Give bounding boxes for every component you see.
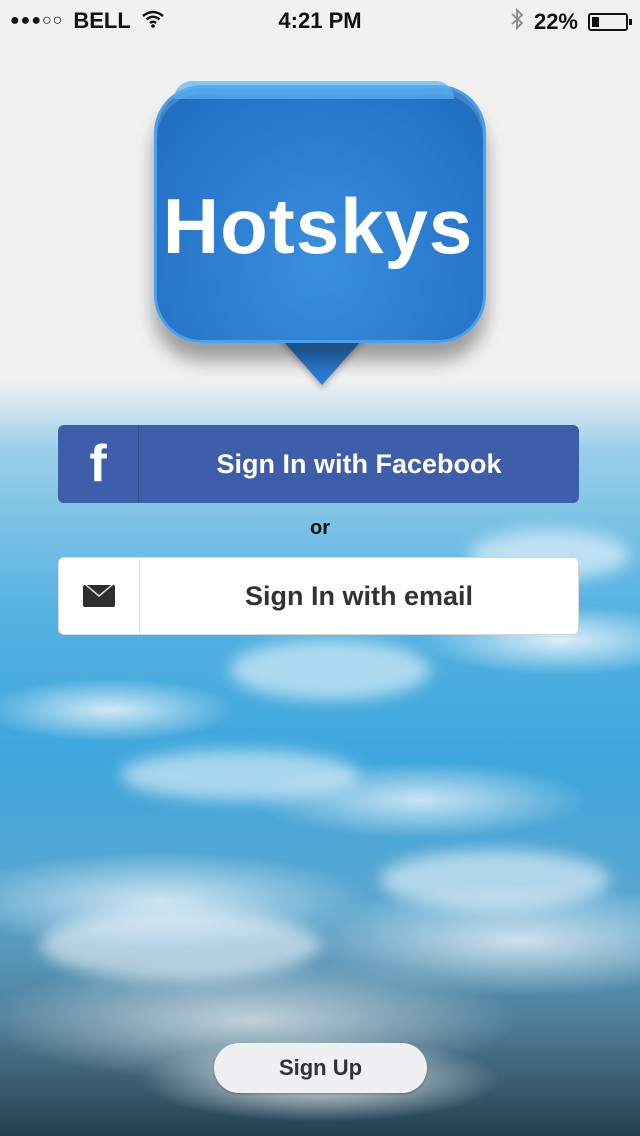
facebook-icon: f (58, 425, 139, 503)
sign-up-button[interactable]: Sign Up (214, 1043, 427, 1093)
email-signin-button[interactable]: Sign In with email (58, 557, 579, 635)
cloud (230, 640, 430, 700)
bluetooth-icon (510, 7, 524, 36)
battery-percent: 22% (533, 9, 578, 34)
cloud (40, 910, 320, 980)
status-right: 22% (510, 7, 632, 36)
logo-text: Hotskys (162, 182, 474, 270)
or-divider: or (310, 517, 330, 539)
logo-bubble-highlight (174, 81, 454, 99)
battery-level (592, 17, 599, 27)
app-logo: Hotskys (150, 81, 486, 390)
envelope-icon (83, 585, 115, 607)
status-bar: ●●●○○ BELL 4:21 PM 22% (0, 0, 640, 40)
cloud (380, 850, 610, 910)
facebook-icon-glyph: f (89, 435, 107, 493)
login-screen: ●●●○○ BELL 4:21 PM 22% Hotskys f Sign In… (0, 0, 640, 1136)
facebook-signin-label: Sign In with Facebook (216, 448, 502, 479)
mail-icon (59, 558, 140, 634)
facebook-signin-button[interactable]: f Sign In with Facebook (58, 425, 579, 503)
email-signin-label: Sign In with email (244, 580, 474, 611)
cloud (120, 750, 360, 800)
battery-icon (588, 13, 632, 31)
